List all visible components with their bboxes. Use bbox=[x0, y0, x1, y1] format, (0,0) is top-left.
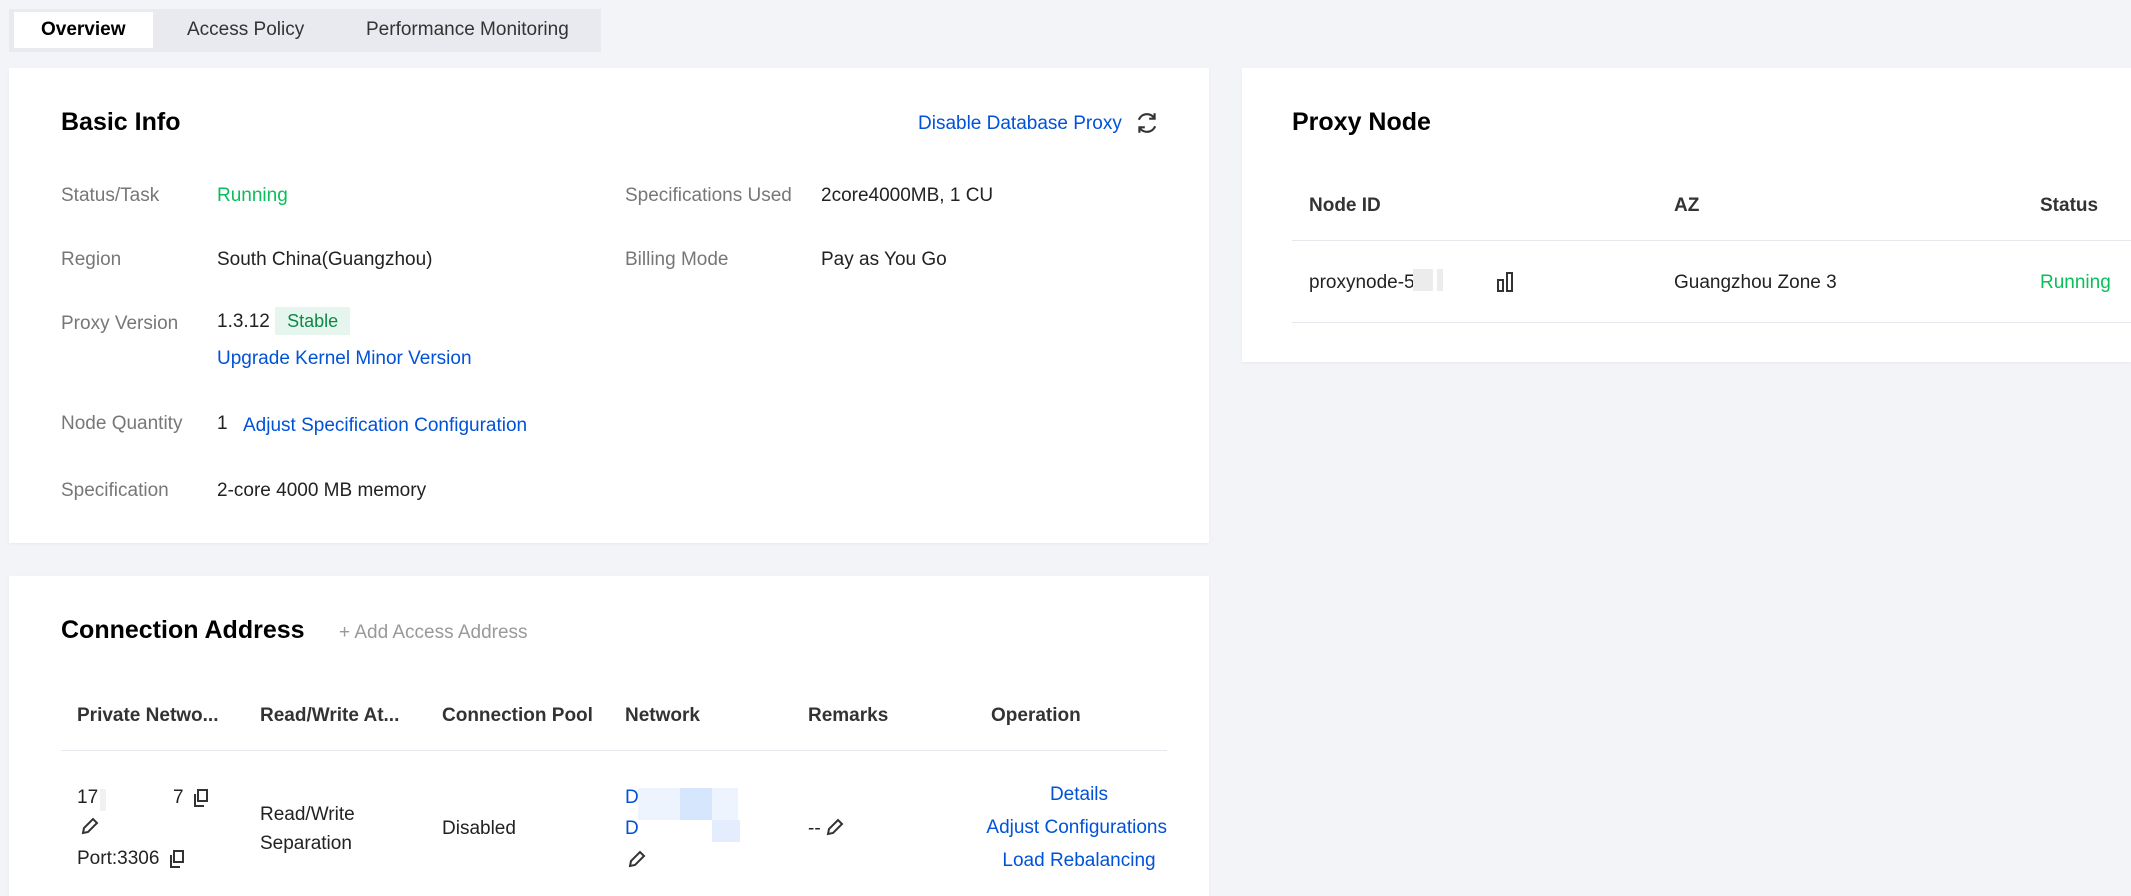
basic-info-title: Basic Info bbox=[61, 108, 181, 136]
col-private-network: Private Netwo... bbox=[77, 705, 219, 726]
connection-address-card: Connection Address + Add Access Address … bbox=[9, 576, 1209, 896]
col-remarks: Remarks bbox=[808, 705, 889, 726]
redacted-mask bbox=[712, 820, 740, 842]
ip-suffix: 7 bbox=[173, 787, 184, 808]
copy-icon[interactable] bbox=[193, 789, 209, 807]
status-label: Status/Task bbox=[61, 185, 160, 206]
stable-badge: Stable bbox=[275, 307, 351, 335]
tab-access-policy[interactable]: Access Policy bbox=[187, 12, 304, 48]
details-link[interactable]: Details bbox=[991, 784, 1167, 806]
network-subnet-link[interactable]: D bbox=[625, 818, 639, 840]
node-status-value: Running bbox=[2040, 272, 2111, 293]
col-node-id: Node ID bbox=[1309, 195, 1381, 216]
region-value: South China(Guangzhou) bbox=[217, 249, 433, 270]
col-operation: Operation bbox=[991, 705, 1081, 726]
upgrade-kernel-link[interactable]: Upgrade Kernel Minor Version bbox=[217, 348, 472, 370]
redacted-mask bbox=[1437, 269, 1443, 291]
edit-pencil-icon[interactable] bbox=[825, 817, 845, 837]
remarks-value: -- bbox=[808, 818, 821, 839]
version-label: Proxy Version bbox=[61, 313, 179, 334]
connection-title: Connection Address bbox=[61, 616, 305, 644]
node-quantity-value: 1 bbox=[217, 413, 228, 434]
port-value: Port:3306 bbox=[77, 848, 160, 869]
row-divider bbox=[1292, 322, 2131, 323]
billing-label: Billing Mode bbox=[625, 249, 729, 270]
col-status: Status bbox=[2040, 195, 2099, 216]
col-connection-pool: Connection Pool bbox=[442, 705, 593, 726]
status-value: Running bbox=[217, 185, 288, 206]
tab-performance-monitoring[interactable]: Performance Monitoring bbox=[366, 12, 569, 48]
adjust-configurations-link[interactable]: Adjust Configurations bbox=[967, 817, 1167, 839]
pool-value: Disabled bbox=[442, 818, 516, 839]
copy-icon[interactable] bbox=[169, 850, 185, 868]
redacted-mask bbox=[1413, 269, 1433, 291]
tab-bar: Overview Access Policy Performance Monit… bbox=[9, 9, 601, 52]
header-divider bbox=[61, 750, 1167, 751]
network-vpc-link[interactable]: D bbox=[625, 787, 639, 809]
proxy-node-title: Proxy Node bbox=[1292, 108, 1431, 136]
adjust-spec-link[interactable]: Adjust Specification Configuration bbox=[243, 415, 527, 437]
col-az: AZ bbox=[1674, 195, 1700, 216]
edit-pencil-icon[interactable] bbox=[80, 816, 100, 836]
header-divider bbox=[1292, 240, 2131, 241]
specification-label: Specification bbox=[61, 480, 169, 501]
redacted-mask bbox=[680, 788, 712, 820]
refresh-icon[interactable] bbox=[1134, 110, 1160, 136]
load-rebalancing-link[interactable]: Load Rebalancing bbox=[991, 850, 1167, 872]
ip-prefix: 17 bbox=[77, 787, 99, 808]
specification-value: 2-core 4000 MB memory bbox=[217, 480, 427, 501]
billing-value: Pay as You Go bbox=[821, 249, 947, 270]
az-value: Guangzhou Zone 3 bbox=[1674, 272, 1837, 293]
spec-used-value: 2core4000MB, 1 CU bbox=[821, 185, 994, 206]
edit-pencil-icon[interactable] bbox=[627, 849, 647, 869]
node-id-value: proxynode-5 bbox=[1309, 272, 1415, 293]
monitor-chart-icon[interactable] bbox=[1497, 272, 1515, 292]
redacted-mask bbox=[100, 789, 106, 811]
proxy-node-card: Proxy Node Node ID AZ Status proxynode-5… bbox=[1242, 68, 2131, 362]
rw-line1: Read/Write bbox=[260, 804, 355, 825]
spec-used-label: Specifications Used bbox=[625, 185, 792, 206]
col-read-write: Read/Write At... bbox=[260, 705, 400, 726]
disable-proxy-link[interactable]: Disable Database Proxy bbox=[918, 113, 1122, 135]
col-network: Network bbox=[625, 705, 700, 726]
tab-overview[interactable]: Overview bbox=[14, 12, 153, 48]
region-label: Region bbox=[61, 249, 122, 270]
version-value: 1.3.12 bbox=[217, 311, 270, 332]
basic-info-card: Basic Info Disable Database Proxy Status… bbox=[9, 68, 1209, 543]
version-value-group: 1.3.12 Stable bbox=[217, 307, 351, 335]
add-access-address-link[interactable]: + Add Access Address bbox=[339, 622, 528, 644]
rw-line2: Separation bbox=[260, 833, 352, 854]
node-quantity-label: Node Quantity bbox=[61, 413, 183, 434]
